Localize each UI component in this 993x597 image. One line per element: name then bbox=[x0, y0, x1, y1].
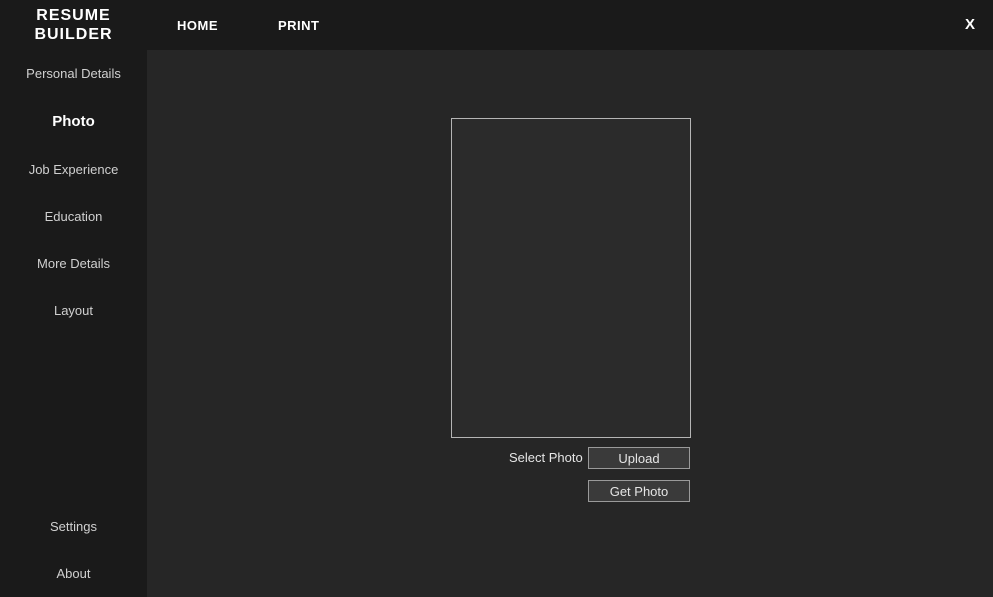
photo-preview bbox=[451, 118, 691, 438]
nav-home[interactable]: HOME bbox=[177, 18, 218, 33]
app-logo: RESUME BUILDER bbox=[0, 6, 147, 44]
upload-button[interactable]: Upload bbox=[588, 447, 690, 469]
sidebar-item-photo[interactable]: Photo bbox=[0, 97, 147, 146]
sidebar-item-about[interactable]: About bbox=[0, 550, 147, 597]
sidebar-spacer bbox=[0, 334, 147, 503]
sidebar-item-more-details[interactable]: More Details bbox=[0, 240, 147, 287]
sidebar-item-personal-details[interactable]: Personal Details bbox=[0, 50, 147, 97]
select-photo-label: Select Photo bbox=[509, 450, 583, 465]
header: RESUME BUILDER HOME PRINT X bbox=[0, 0, 993, 50]
get-photo-button[interactable]: Get Photo bbox=[588, 480, 690, 502]
sidebar-item-layout[interactable]: Layout bbox=[0, 287, 147, 334]
sidebar-item-settings[interactable]: Settings bbox=[0, 503, 147, 550]
nav-print[interactable]: PRINT bbox=[278, 18, 320, 33]
close-button[interactable]: X bbox=[965, 16, 975, 33]
app-title-line1: RESUME bbox=[0, 6, 147, 25]
sidebar-item-education[interactable]: Education bbox=[0, 193, 147, 240]
app-title-line2: BUILDER bbox=[0, 25, 147, 44]
sidebar-item-job-experience[interactable]: Job Experience bbox=[0, 146, 147, 193]
sidebar: Personal Details Photo Job Experience Ed… bbox=[0, 50, 147, 597]
main-content: Select Photo Upload Get Photo bbox=[147, 50, 993, 597]
top-nav: HOME PRINT bbox=[177, 18, 320, 33]
